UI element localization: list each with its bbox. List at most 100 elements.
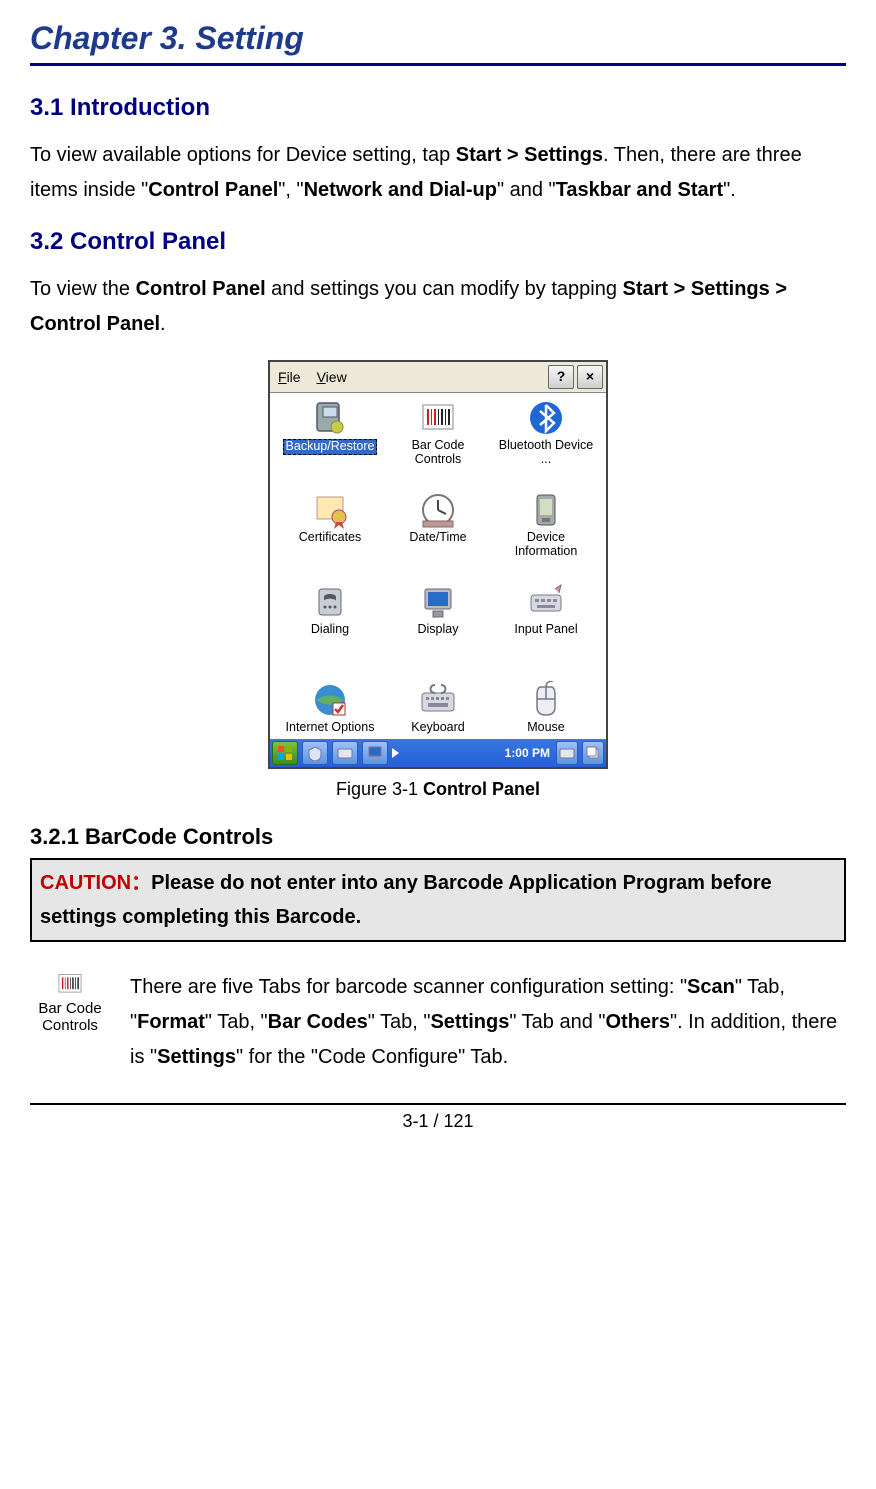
cascade-icon bbox=[585, 745, 601, 761]
text: ", " bbox=[278, 179, 303, 201]
cp-label: Date/Time bbox=[409, 531, 466, 545]
text: and settings you can modify by tapping bbox=[266, 278, 623, 300]
text: " Tab and " bbox=[509, 1011, 605, 1033]
clock[interactable]: 1:00 PM bbox=[503, 746, 552, 760]
barcode-icon bbox=[52, 970, 88, 998]
cp-item-display[interactable]: Display bbox=[384, 583, 492, 675]
text: To view available options for Device set… bbox=[30, 144, 456, 166]
menubar: File View ? × bbox=[270, 362, 606, 393]
text-bold: Bar Codes bbox=[268, 1011, 368, 1033]
cp-label: Bluetooth Device ... bbox=[496, 439, 596, 467]
shield-icon bbox=[307, 745, 323, 761]
figure-caption: Figure 3-1 Control Panel bbox=[30, 779, 846, 800]
text-bold: Settings bbox=[157, 1046, 236, 1068]
text-bold: Control Panel bbox=[136, 278, 266, 300]
cp-item-certificates[interactable]: Certificates bbox=[276, 491, 384, 583]
pda-icon bbox=[527, 491, 565, 529]
cp-item-keyboard[interactable]: Keyboard bbox=[384, 681, 492, 739]
cp-item-inputpanel[interactable]: Input Panel bbox=[492, 583, 600, 675]
cp-label: Bar Code Controls bbox=[388, 439, 488, 467]
text-bold: Taskbar and Start bbox=[556, 179, 723, 201]
keyboard-icon bbox=[419, 681, 457, 719]
barcode-paragraph: There are five Tabs for barcode scanner … bbox=[130, 970, 846, 1075]
phone-icon bbox=[311, 583, 349, 621]
text: " Tab, " bbox=[205, 1011, 268, 1033]
cp-item-deviceinfo[interactable]: Device Information bbox=[492, 491, 600, 583]
text-bold: Start > Settings bbox=[456, 144, 603, 166]
cp-label: Dialing bbox=[311, 623, 349, 637]
task-kb[interactable] bbox=[332, 741, 358, 765]
menu-view[interactable]: View bbox=[309, 369, 355, 385]
text-bold: Control Panel bbox=[148, 179, 278, 201]
mouse-icon bbox=[527, 681, 565, 719]
cp-label: Mouse bbox=[527, 721, 565, 735]
tray-expand-icon[interactable] bbox=[392, 748, 399, 758]
cp-item-internet[interactable]: Internet Options bbox=[276, 681, 384, 739]
section-cp-heading: 3.2 Control Panel bbox=[30, 228, 846, 256]
control-panel-screenshot: File View ? × Backup/Restore Bar Code Co… bbox=[268, 360, 608, 769]
cp-item-dialing[interactable]: Dialing bbox=[276, 583, 384, 675]
menu-view-rest: iew bbox=[326, 369, 347, 385]
cp-item-mouse[interactable]: Mouse bbox=[492, 681, 600, 739]
input-panel-icon bbox=[527, 583, 565, 621]
certificate-icon bbox=[311, 491, 349, 529]
task-desktop[interactable] bbox=[362, 741, 388, 765]
text: There are five Tabs for barcode scanner … bbox=[130, 976, 687, 998]
taskbar: 1:00 PM bbox=[270, 739, 606, 767]
chapter-title: Chapter 3. Setting bbox=[30, 20, 846, 57]
cp-item-bluetooth[interactable]: Bluetooth Device ... bbox=[492, 399, 600, 491]
cp-item-backup-restore[interactable]: Backup/Restore bbox=[276, 399, 384, 491]
desktop-icon bbox=[367, 745, 383, 761]
cp-label: Input Panel bbox=[514, 623, 577, 637]
barcode-mini-label: Bar Code Controls bbox=[38, 1000, 101, 1034]
cp-paragraph: To view the Control Panel and settings y… bbox=[30, 272, 846, 342]
cp-label: Keyboard bbox=[411, 721, 465, 735]
globe-icon bbox=[311, 681, 349, 719]
chapter-rule bbox=[30, 63, 846, 66]
text: " for the "Code Configure" Tab. bbox=[236, 1046, 508, 1068]
caution-box: CAUTION：Please do not enter into any Bar… bbox=[30, 858, 846, 942]
task-cascade[interactable] bbox=[582, 741, 604, 765]
subsection-barcode-heading: 3.2.1 BarCode Controls bbox=[30, 824, 846, 850]
cp-label: Certificates bbox=[299, 531, 362, 545]
section-intro-heading: 3.1 Introduction bbox=[30, 94, 846, 122]
cp-item-barcode[interactable]: Bar Code Controls bbox=[384, 399, 492, 491]
text: . bbox=[160, 313, 166, 335]
barcode-mini: Bar Code Controls bbox=[30, 970, 110, 1034]
start-button[interactable] bbox=[272, 741, 298, 765]
caption-bold: Control Panel bbox=[423, 779, 540, 799]
caption-prefix: Figure 3-1 bbox=[336, 779, 423, 799]
icon-grid-last: Internet Options Keyboard Mouse bbox=[270, 675, 606, 739]
app-icon bbox=[559, 745, 575, 761]
kb-icon bbox=[337, 745, 353, 761]
barcode-icon bbox=[419, 399, 457, 437]
task-app[interactable] bbox=[556, 741, 578, 765]
cp-item-datetime[interactable]: Date/Time bbox=[384, 491, 492, 583]
page-number: 3-1 / 121 bbox=[30, 1111, 846, 1132]
help-button[interactable]: ? bbox=[548, 365, 574, 389]
text-bold: Format bbox=[137, 1011, 205, 1033]
text: " Tab, " bbox=[368, 1011, 431, 1033]
intro-paragraph: To view available options for Device set… bbox=[30, 138, 846, 208]
text-bold: Others bbox=[606, 1011, 670, 1033]
close-button[interactable]: × bbox=[577, 365, 603, 389]
footer-rule bbox=[30, 1103, 846, 1105]
text-bold: Settings bbox=[430, 1011, 509, 1033]
bluetooth-icon bbox=[527, 399, 565, 437]
text-bold: Scan bbox=[687, 976, 735, 998]
text: " and " bbox=[497, 179, 556, 201]
text: To view the bbox=[30, 278, 136, 300]
text: ". bbox=[723, 179, 736, 201]
barcode-section: Bar Code Controls There are five Tabs fo… bbox=[30, 970, 846, 1075]
cp-label: Backup/Restore bbox=[283, 439, 378, 455]
task-shield[interactable] bbox=[302, 741, 328, 765]
clock-icon bbox=[419, 491, 457, 529]
cp-label: Display bbox=[418, 623, 459, 637]
cp-label: Device Information bbox=[496, 531, 596, 559]
caution-label: CAUTION： bbox=[40, 872, 151, 894]
cp-label: Internet Options bbox=[286, 721, 375, 735]
text-bold: Network and Dial-up bbox=[304, 179, 497, 201]
monitor-icon bbox=[419, 583, 457, 621]
menu-file[interactable]: File bbox=[270, 369, 309, 385]
backup-icon bbox=[311, 399, 349, 437]
